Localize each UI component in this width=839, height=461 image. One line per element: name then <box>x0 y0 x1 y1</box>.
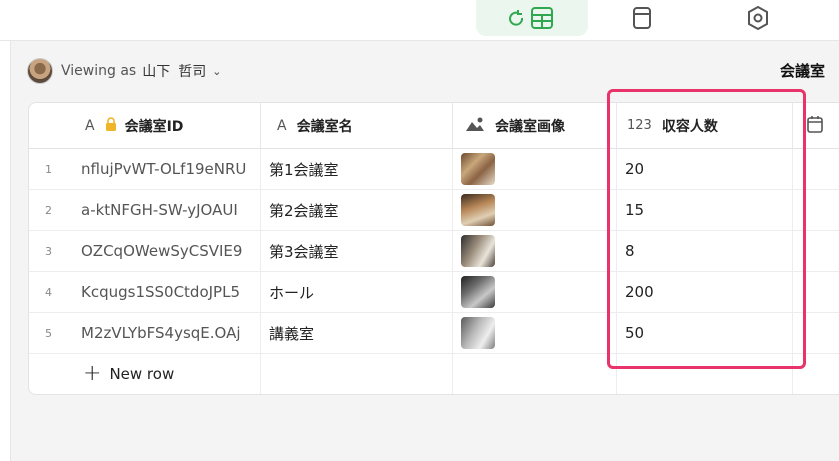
new-row-filler <box>617 353 793 394</box>
table-cell-id[interactable]: Kcqugs1SS0CtdoJPL5 <box>79 272 261 313</box>
row-number: 2 <box>29 190 79 231</box>
user-family-name: 山下 <box>142 64 171 80</box>
chevron-down-icon: ⌄ <box>212 64 222 78</box>
room-thumbnail[interactable] <box>461 276 495 308</box>
table-cell-name[interactable]: 講義室 <box>261 313 453 354</box>
left-sidebar-strip <box>0 41 11 461</box>
column-header-label: 収容人数 <box>661 118 718 135</box>
column-header-image[interactable]: 会議室画像 <box>453 103 617 149</box>
row-number: 4 <box>29 272 79 313</box>
plus-icon: + <box>83 361 102 386</box>
table-cell-capacity[interactable]: 20 <box>617 149 793 190</box>
table-cell-name[interactable]: 第2会議室 <box>261 190 453 231</box>
room-thumbnail[interactable] <box>461 153 495 185</box>
new-row-label: New row <box>109 364 175 383</box>
text-type-icon: A <box>277 117 287 134</box>
row-number: 1 <box>29 149 79 190</box>
text-type-icon: A <box>85 117 95 134</box>
table-cell-image[interactable] <box>453 190 617 231</box>
new-row-filler <box>453 353 617 394</box>
table-cell-date[interactable] <box>793 313 839 354</box>
table-cell-id[interactable]: nflujPvWT-OLf19eNRU <box>79 149 261 190</box>
table-cell-image[interactable] <box>453 231 617 272</box>
column-header-id[interactable]: A 会議室ID <box>29 103 261 149</box>
column-header-label: 会議室画像 <box>495 118 565 135</box>
settings-icon <box>748 5 768 31</box>
table-cell-name[interactable]: 第3会議室 <box>261 231 453 272</box>
table-cell-id[interactable]: M2zVLYbFS4ysqE.OAj <box>79 313 261 354</box>
row-number: 3 <box>29 231 79 272</box>
column-header-date[interactable] <box>793 103 839 149</box>
viewing-as-label: Viewing as <box>61 63 137 79</box>
table-title: 会議室 <box>780 62 826 80</box>
settings-tab[interactable] <box>730 0 786 36</box>
column-header-label: 会議室名 <box>296 118 353 135</box>
data-table: A 会議室ID A 会議室名 会議室画像 123 収容人数 1 nflujPvW… <box>28 102 839 395</box>
top-toolbar <box>0 0 839 41</box>
room-thumbnail[interactable] <box>461 194 495 226</box>
table-cell-name[interactable]: 第1会議室 <box>261 149 453 190</box>
number-type-icon: 123 <box>627 118 652 133</box>
table-cell-capacity[interactable]: 15 <box>617 190 793 231</box>
calendar-icon <box>807 115 823 137</box>
lock-icon <box>105 116 117 135</box>
column-header-label: 会議室ID <box>124 118 184 135</box>
table-cell-date[interactable] <box>793 149 839 190</box>
table-cell-date[interactable] <box>793 272 839 313</box>
table-cell-id[interactable]: OZCqOWewSyCSVIE9 <box>79 231 261 272</box>
user-given-name: 哲司 <box>178 64 207 80</box>
refresh-grid-icon <box>509 7 553 29</box>
table-cell-image[interactable] <box>453 313 617 354</box>
room-thumbnail[interactable] <box>461 235 495 267</box>
image-type-icon <box>465 116 485 136</box>
row-number: 5 <box>29 313 79 354</box>
card-view-icon <box>633 7 651 29</box>
new-row-button[interactable]: + New row <box>29 353 261 394</box>
table-cell-capacity[interactable]: 200 <box>617 272 793 313</box>
table-cell-capacity[interactable]: 50 <box>617 313 793 354</box>
column-header-capacity[interactable]: 123 収容人数 <box>617 103 793 149</box>
table-cell-id[interactable]: a-ktNFGH-SW-yJOAUI <box>79 190 261 231</box>
grid-view-tab[interactable] <box>476 0 588 36</box>
room-thumbnail[interactable] <box>461 317 495 349</box>
table-cell-date[interactable] <box>793 231 839 272</box>
table-cell-image[interactable] <box>453 149 617 190</box>
table-cell-image[interactable] <box>453 272 617 313</box>
table-cell-capacity[interactable]: 8 <box>617 231 793 272</box>
viewing-as-selector[interactable]: Viewing as 山下 哲司 ⌄ <box>27 58 221 84</box>
new-row-filler <box>261 353 453 394</box>
avatar <box>27 58 53 84</box>
column-header-name[interactable]: A 会議室名 <box>261 103 453 149</box>
table-cell-date[interactable] <box>793 190 839 231</box>
card-view-tab[interactable] <box>612 0 672 36</box>
table-cell-name[interactable]: ホール <box>261 272 453 313</box>
